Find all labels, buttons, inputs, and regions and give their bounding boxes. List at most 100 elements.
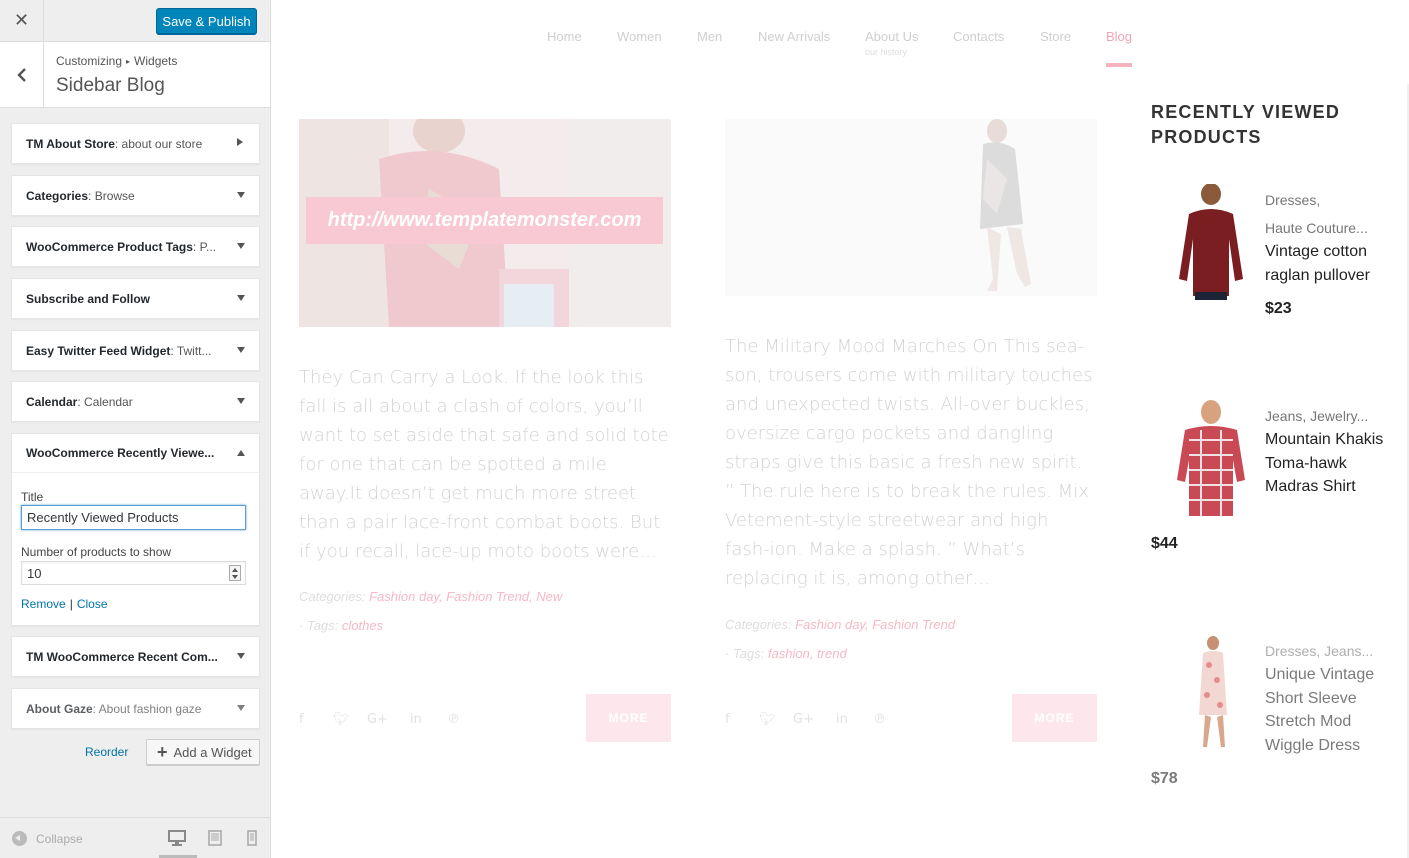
widget-subscribe-follow[interactable]: Subscribe and Follow (11, 278, 260, 319)
widget-twitter-feed[interactable]: Easy Twitter Feed Widget: Twitt... (11, 330, 260, 371)
add-widget-button[interactable]: + Add a Widget (146, 739, 260, 765)
nav-store[interactable]: Store (1040, 29, 1071, 44)
title-input[interactable]: Recently Viewed Products (21, 505, 246, 530)
widget-name: WooCommerce Product Tags (26, 239, 193, 254)
post-tags: · Tags: fashion, trend (725, 646, 847, 661)
nav-men[interactable]: Men (697, 29, 722, 44)
widget-about-gaze[interactable]: About Gaze: About fashion gaze (11, 688, 260, 729)
nav-about-us[interactable]: About Us (865, 29, 918, 44)
tags-links[interactable]: clothes (342, 618, 383, 633)
widget-tm-about-store[interactable]: TM About Store: about our store (11, 123, 260, 164)
widget-header[interactable]: WooCommerce Recently Viewe... (12, 434, 259, 473)
widget-recently-viewed[interactable]: WooCommerce Recently Viewe... Title Rece… (11, 433, 260, 626)
tags-links[interactable]: fashion, trend (768, 646, 847, 661)
spinner-icon[interactable] (229, 565, 241, 581)
count-number-input[interactable]: 10 (21, 561, 246, 585)
google-plus-icon[interactable]: G+ (793, 712, 814, 727)
plus-icon: + (157, 742, 168, 762)
nav-home[interactable]: Home (547, 29, 582, 44)
save-publish-button[interactable]: Save & Publish (156, 8, 257, 34)
close-link[interactable]: Close (77, 597, 108, 611)
widget-name: Subscribe and Follow (26, 291, 151, 306)
widget-header[interactable]: About Gaze: About fashion gaze (12, 689, 259, 728)
arrow-down-icon[interactable] (237, 347, 245, 353)
nav-blog[interactable]: Blog (1106, 29, 1132, 44)
reorder-link[interactable]: Reorder (85, 745, 128, 759)
arrow-up-icon[interactable] (237, 450, 245, 456)
arrow-down-icon[interactable] (237, 243, 245, 249)
widget-header[interactable]: Subscribe and Follow (12, 279, 259, 318)
twitter-icon[interactable]: 🐦︎ (759, 712, 776, 727)
product-categories[interactable]: Dresses, (1265, 186, 1381, 214)
arrow-down-icon[interactable] (237, 705, 245, 711)
count-label: Number of products to show (21, 545, 172, 559)
product-thumbnail[interactable] (1165, 635, 1257, 753)
widget-header[interactable]: Calendar: Calendar (12, 382, 259, 421)
add-widget-label: Add a Widget (173, 744, 252, 760)
title-label: Title (21, 490, 44, 504)
customizer-footer: Collapse (0, 817, 270, 858)
product-thumbnail[interactable] (1165, 184, 1257, 302)
collapse-button[interactable]: Collapse (12, 831, 83, 846)
linkedin-icon[interactable]: in (410, 712, 422, 727)
facebook-icon[interactable]: f (299, 712, 304, 727)
mobile-preview-icon[interactable] (247, 830, 257, 846)
widget-calendar[interactable]: Calendar: Calendar (11, 381, 260, 422)
linkedin-icon[interactable]: in (836, 712, 848, 727)
arrow-right-icon[interactable] (237, 138, 243, 146)
nav-women[interactable]: Women (617, 29, 662, 44)
product-name[interactable]: Mountain Khakis Toma-hawk Madras Shirt (1265, 428, 1385, 499)
customizer-header: ✕ Save & Publish (0, 0, 270, 42)
widget-name: TM WooCommerce Recent Com... (26, 649, 218, 664)
product-name[interactable]: Vintage cotton raglan pullover (1265, 240, 1385, 287)
facebook-icon[interactable]: f (725, 712, 730, 727)
nav-contacts[interactable]: Contacts (953, 29, 1004, 44)
widget-product-tags[interactable]: WooCommerce Product Tags: P... (11, 226, 260, 267)
remove-link[interactable]: Remove (21, 597, 66, 611)
widget-header[interactable]: WooCommerce Product Tags: P... (12, 227, 259, 266)
categories-label: Categories: (725, 617, 792, 632)
widget-recent-comments[interactable]: TM WooCommerce Recent Com... (11, 636, 260, 677)
back-arrow-icon[interactable] (0, 42, 44, 107)
widget-header[interactable]: TM About Store: about our store (12, 124, 259, 163)
widget-name: Calendar (26, 394, 78, 409)
arrow-down-icon[interactable] (237, 653, 245, 659)
twitter-icon[interactable]: 🐦︎ (333, 712, 350, 727)
product-categories[interactable]: Jeans, Jewelry... (1265, 402, 1381, 430)
desktop-preview-icon[interactable] (168, 830, 186, 846)
widget-header[interactable]: TM WooCommerce Recent Com... (12, 637, 259, 676)
pinterest-icon[interactable]: ℗ (873, 712, 886, 727)
more-button[interactable]: MORE (1012, 694, 1097, 742)
widget-categories[interactable]: Categories: Browse (11, 175, 260, 216)
product-thumbnail[interactable] (1165, 400, 1257, 518)
more-button[interactable]: MORE (586, 694, 671, 742)
product-name[interactable]: Unique Vintage Short Sleeve Stretch Mod … (1265, 663, 1385, 757)
post-image[interactable]: http://www.templatemonster.com (299, 119, 671, 327)
product-price: $44 (1151, 535, 1178, 552)
categories-links[interactable]: Fashion day, Fashion Trend (795, 617, 955, 632)
breadcrumb-root: Customizing (56, 54, 123, 68)
count-value: 10 (27, 565, 42, 581)
widget-title: : P... (192, 239, 217, 254)
widget-title: : Browse (88, 188, 135, 203)
breadcrumb-separator: ▸ (126, 57, 131, 66)
product-price: $23 (1265, 300, 1292, 317)
widget-header[interactable]: Easy Twitter Feed Widget: Twitt... (12, 331, 259, 370)
breadcrumb-parent: Widgets (134, 54, 178, 68)
product-categories[interactable]: Haute Couture... (1265, 214, 1381, 242)
widget-header[interactable]: Categories: Browse (12, 176, 259, 215)
close-icon[interactable]: ✕ (0, 0, 44, 41)
arrow-down-icon[interactable] (237, 295, 245, 301)
google-plus-icon[interactable]: G+ (367, 712, 388, 727)
arrow-down-icon[interactable] (237, 398, 245, 404)
categories-links[interactable]: Fashion day, Fashion Trend, New (369, 589, 562, 604)
post-excerpt: The Military Mood Marches On This sea-so… (725, 336, 1093, 589)
tags-label: Tags: (306, 618, 339, 633)
post-image[interactable] (725, 119, 1097, 296)
tablet-preview-icon[interactable] (208, 830, 222, 846)
nav-new-arrivals[interactable]: New Arrivals (758, 29, 830, 44)
arrow-down-icon[interactable] (237, 192, 245, 198)
pinterest-icon[interactable]: ℗ (447, 712, 460, 727)
product-categories[interactable]: Dresses, Jeans... (1265, 637, 1381, 665)
customizer-panel: ✕ Save & Publish Customizing ▸ Widgets Sid… (0, 0, 271, 858)
